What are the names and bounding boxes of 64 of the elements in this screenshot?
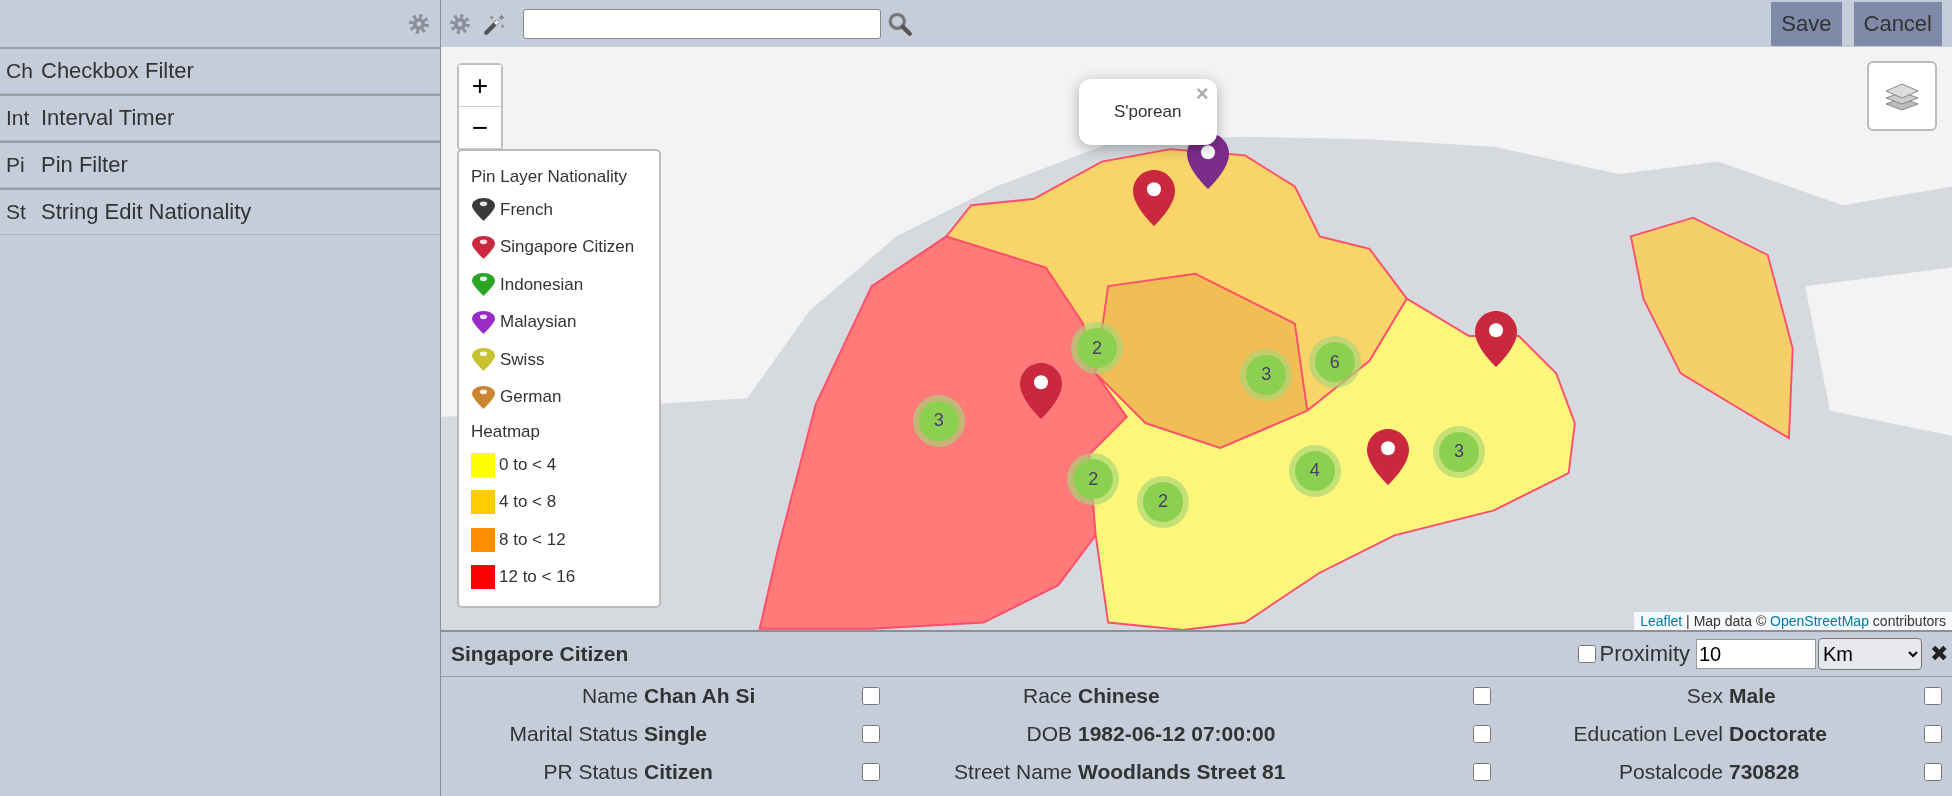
search-icon[interactable] [887, 10, 913, 37]
sidebar-item-stub[interactable]: Pi [0, 143, 34, 187]
field-value: 1982-06-12 07:00:00 [1077, 721, 1277, 747]
close-button[interactable]: ✖ [1930, 641, 1948, 667]
legend-label: Singapore Citizen [500, 237, 635, 258]
toolbar-button[interactable]: Cancel [1853, 1, 1942, 46]
detail-title: Singapore Citizen [451, 642, 629, 666]
field-label: Education Level [1572, 721, 1724, 747]
map-pin-icon[interactable] [1019, 363, 1062, 420]
zoom-button[interactable]: + [459, 65, 501, 107]
field-value: Doctorate [1728, 721, 1829, 747]
legend-label: German [500, 387, 562, 408]
legend-label: 0 to < 4 [499, 454, 557, 475]
layers-button[interactable] [1867, 61, 1937, 131]
toolbar-button[interactable]: Save [1771, 1, 1842, 46]
field-checkbox[interactable] [1473, 725, 1491, 743]
field-label: Sex [1685, 683, 1724, 709]
field-checkbox[interactable] [862, 763, 880, 781]
proximity-label: Proximity [1599, 641, 1690, 667]
legend-label: French [500, 199, 553, 220]
legend-label: 8 to < 12 [499, 529, 566, 550]
map-pin-icon[interactable] [1133, 170, 1176, 227]
popup-text: S'porean [1113, 102, 1182, 123]
field-checkbox[interactable] [862, 687, 880, 705]
magic-wand-icon[interactable] [483, 11, 507, 36]
field-checkbox[interactable] [862, 725, 880, 743]
legend-title: Heatmap [471, 422, 541, 442]
field-label: Marital Status [508, 721, 639, 747]
proximity-checkbox[interactable] [1577, 645, 1596, 663]
field-label: PR Status [542, 759, 639, 785]
field-value: Chinese [1077, 683, 1161, 709]
field-checkbox[interactable] [1924, 687, 1942, 705]
field-label: Postalcode [1618, 759, 1724, 785]
legend-label: 12 to < 16 [499, 567, 576, 588]
field-checkbox[interactable] [1473, 687, 1491, 705]
map-pin-icon[interactable] [1367, 429, 1410, 486]
openstreetmap-link[interactable]: OpenStreetMap [1770, 613, 1869, 629]
field-value: Citizen [643, 759, 714, 785]
field-checkbox[interactable] [1924, 725, 1942, 743]
legend-label: Malaysian [500, 312, 577, 333]
legend-title: Pin Layer Nationality [471, 167, 628, 187]
legend-label: Indonesian [500, 274, 584, 295]
field-value: 730828 [1728, 759, 1801, 785]
search-field[interactable] [523, 8, 881, 39]
field-value: Woodlands Street 81 [1077, 759, 1287, 785]
field-label: Name [580, 683, 639, 709]
unit-select[interactable]: Km [1818, 638, 1922, 670]
field-checkbox[interactable] [1924, 763, 1942, 781]
sidebar-item-stub[interactable]: Ch [0, 49, 34, 93]
field-label: Race [1021, 683, 1073, 709]
field-value: Single [643, 721, 708, 747]
leaflet-link[interactable]: Leaflet [1640, 613, 1683, 629]
attribution-text: Leaflet | Map data © OpenStreetMap contributors [1634, 612, 1952, 630]
field-label: DOB [1025, 721, 1073, 747]
field-checkbox[interactable] [1473, 763, 1491, 781]
sidebar-item-stub[interactable]: Int [0, 96, 34, 140]
legend-label: Swiss [500, 349, 545, 370]
field-label: Street Name [953, 759, 1073, 785]
sidebar-item-stub[interactable]: St [0, 190, 34, 234]
field-value: Male [1728, 683, 1777, 709]
field-value: Chan Ah Si [643, 683, 757, 709]
proximity-field[interactable]: 10 [1696, 639, 1816, 669]
map-pin-icon[interactable] [1475, 311, 1518, 368]
legend-label: 4 to < 8 [499, 492, 557, 513]
